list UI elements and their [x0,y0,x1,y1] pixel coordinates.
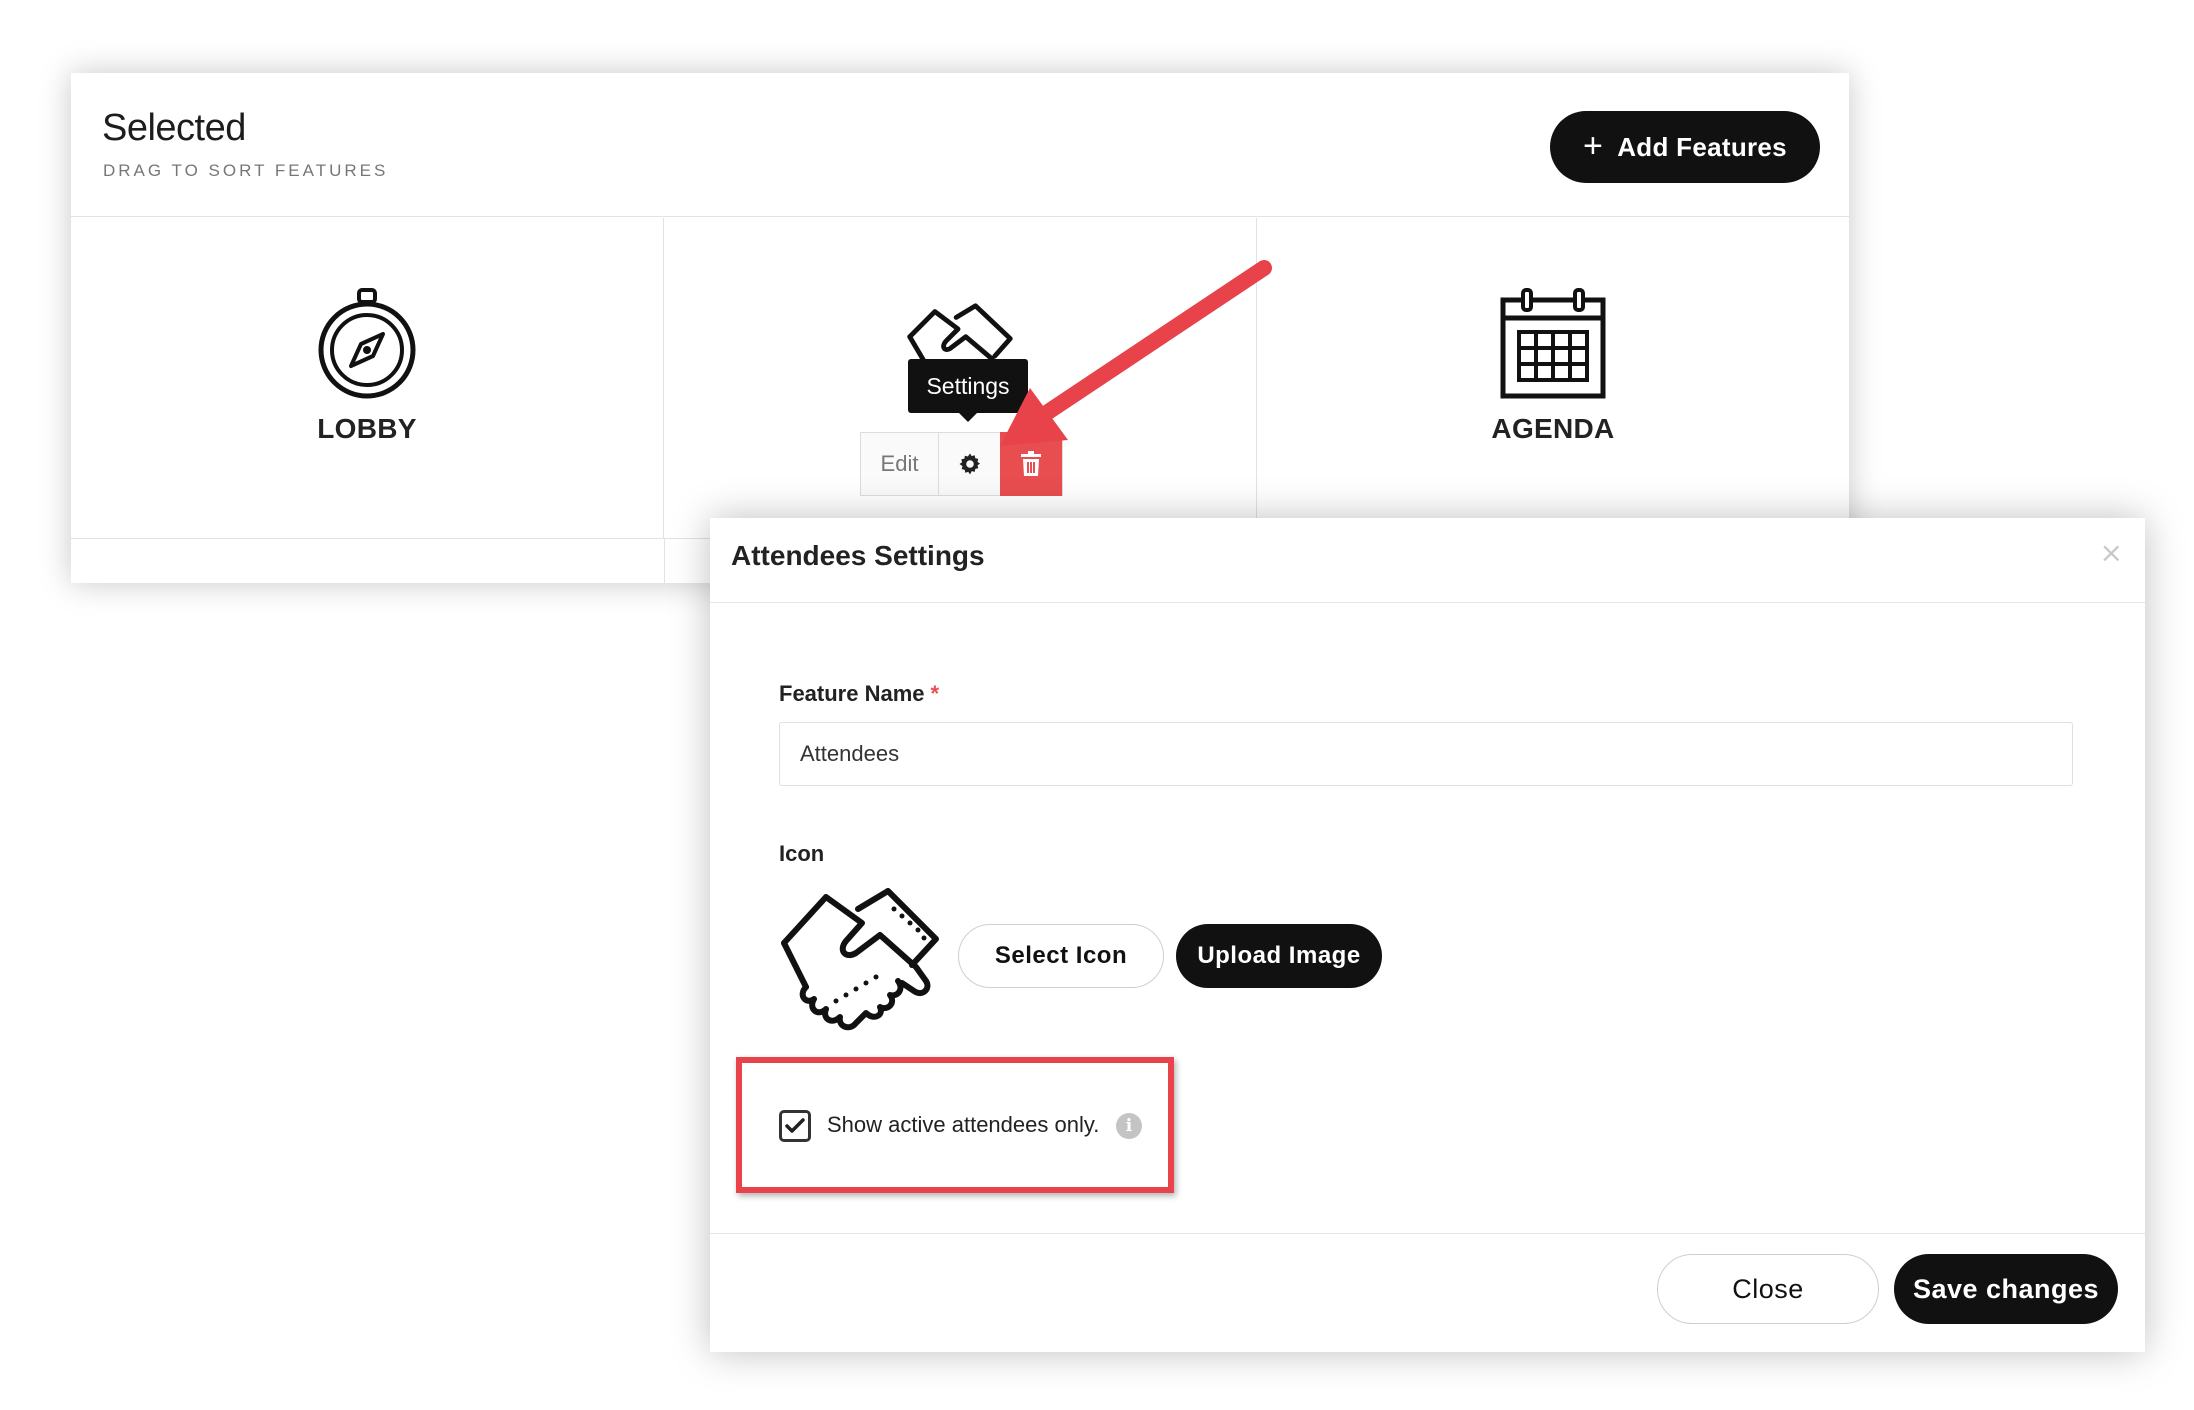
add-features-label: Add Features [1617,131,1787,162]
calendar-icon [1500,288,1606,399]
save-changes-button[interactable]: Save changes [1894,1254,2118,1324]
settings-button[interactable] [939,433,1000,495]
feature-name-input[interactable] [779,722,2073,786]
selected-features-panel: Selected DRAG TO SORT FEATURES + Add Fea… [71,73,1849,583]
handshake-icon [781,888,939,1031]
edit-button[interactable]: Edit [861,433,939,495]
show-active-attendees-label: Show active attendees only. [827,1112,1100,1137]
plus-icon: + [1583,126,1604,165]
modal-footer: Close Save changes [710,1233,2145,1352]
show-active-attendees-checkbox[interactable] [779,1110,811,1142]
feature-name-label-text: Feature Name [779,681,925,706]
row-divider [664,539,665,583]
feature-tile-lobby[interactable]: LOBBY [71,218,664,538]
icon-label: Icon [779,841,825,866]
tile-label-lobby: LOBBY [317,413,417,444]
panel-title: Selected [102,107,246,149]
tile-action-bar: Edit [860,432,1063,496]
modal-close-icon[interactable]: × [2100,536,2123,569]
upload-image-button[interactable]: Upload Image [1176,924,1382,988]
modal-title: Attendees Settings [731,540,985,571]
settings-tooltip: Settings [908,359,1028,422]
panel-header: Selected DRAG TO SORT FEATURES + Add Fea… [71,73,1849,217]
compass-icon [318,288,416,399]
add-features-button[interactable]: + Add Features [1550,111,1820,183]
close-button[interactable]: Close [1657,1254,1879,1324]
tile-label-agenda: AGENDA [1491,413,1615,444]
select-icon-button[interactable]: Select Icon [958,924,1164,988]
panel-subtitle: DRAG TO SORT FEATURES [103,161,389,180]
attendees-settings-modal: Attendees Settings × Feature Name* Icon … [710,518,2145,1352]
trash-icon [1021,451,1041,476]
checkmark-icon [785,1118,805,1133]
modal-header: Attendees Settings × [710,518,2145,603]
delete-button[interactable] [1000,432,1062,496]
gear-icon [959,453,980,475]
feature-name-label: Feature Name * [779,681,939,707]
feature-tile-agenda[interactable]: AGENDA [1257,218,1849,538]
required-mark: * [930,681,940,706]
info-icon[interactable]: i [1116,1113,1142,1139]
